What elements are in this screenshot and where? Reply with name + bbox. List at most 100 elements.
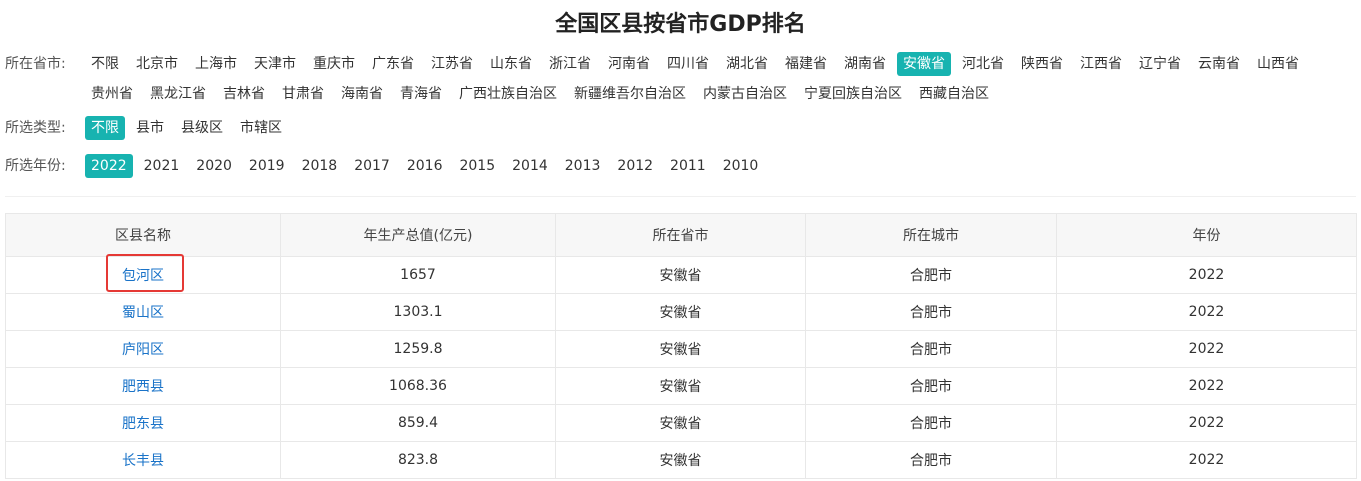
year-filter-label: 所选年份: xyxy=(5,158,66,174)
cell-province: 安徽省 xyxy=(555,441,806,479)
cell-city: 合肥市 xyxy=(805,256,1057,294)
province-option[interactable]: 北京市 xyxy=(130,52,184,76)
table-row: 长丰县 823.8 安徽省 合肥市 2022 xyxy=(5,441,1357,479)
type-option[interactable]: 县级区 xyxy=(175,116,229,140)
cell-city: 合肥市 xyxy=(805,330,1057,368)
header-city: 所在城市 xyxy=(805,213,1057,257)
table-row: 包河区 1657 安徽省 合肥市 2022 xyxy=(5,256,1357,294)
year-option[interactable]: 2015 xyxy=(453,154,501,178)
province-option[interactable]: 吉林省 xyxy=(217,82,271,106)
cell-province: 安徽省 xyxy=(555,256,806,294)
year-option[interactable]: 2021 xyxy=(138,154,186,178)
district-link[interactable]: 肥东县 xyxy=(122,416,164,432)
province-option[interactable]: 安徽省 xyxy=(897,52,951,76)
table-row: 蜀山区 1303.1 安徽省 合肥市 2022 xyxy=(5,293,1357,331)
cell-city: 合肥市 xyxy=(805,367,1057,405)
year-option[interactable]: 2022 xyxy=(85,154,133,178)
district-link[interactable]: 肥西县 xyxy=(122,379,164,395)
province-option[interactable]: 河北省 xyxy=(956,52,1010,76)
province-option[interactable]: 福建省 xyxy=(779,52,833,76)
type-filter: 所选类型: 不限 县市 县级区 市辖区 xyxy=(5,114,1355,144)
province-option[interactable]: 四川省 xyxy=(661,52,715,76)
cell-gdp-value: 1657 xyxy=(280,256,556,294)
year-option[interactable]: 2013 xyxy=(559,154,607,178)
year-option[interactable]: 2019 xyxy=(243,154,291,178)
type-option[interactable]: 市辖区 xyxy=(234,116,288,140)
cell-city: 合肥市 xyxy=(805,441,1057,479)
province-option[interactable]: 新疆维吾尔自治区 xyxy=(568,82,692,106)
year-option[interactable]: 2017 xyxy=(348,154,396,178)
cell-city: 合肥市 xyxy=(805,404,1057,442)
province-option[interactable]: 西藏自治区 xyxy=(913,82,995,106)
district-link[interactable]: 长丰县 xyxy=(122,453,164,469)
year-option[interactable]: 2018 xyxy=(296,154,344,178)
province-option[interactable]: 重庆市 xyxy=(307,52,361,76)
cell-year: 2022 xyxy=(1056,293,1357,331)
district-link[interactable]: 庐阳区 xyxy=(122,342,164,358)
province-option[interactable]: 河南省 xyxy=(602,52,656,76)
type-options: 不限 县市 县级区 市辖区 xyxy=(85,114,1355,144)
province-option[interactable]: 山东省 xyxy=(484,52,538,76)
province-option[interactable]: 湖南省 xyxy=(838,52,892,76)
page-title: 全国区县按省市GDP排名 xyxy=(555,12,806,37)
province-option[interactable]: 不限 xyxy=(85,52,125,76)
province-option[interactable]: 江西省 xyxy=(1074,52,1128,76)
year-option[interactable]: 2016 xyxy=(401,154,449,178)
province-option[interactable]: 贵州省 xyxy=(85,82,139,106)
table-row: 庐阳区 1259.8 安徽省 合肥市 2022 xyxy=(5,330,1357,368)
cell-gdp-value: 1303.1 xyxy=(280,293,556,331)
year-option[interactable]: 2011 xyxy=(664,154,712,178)
cell-district-name: 肥东县 xyxy=(5,404,281,442)
province-option[interactable]: 青海省 xyxy=(394,82,448,106)
province-filter: 所在省市: 不限 北京市 上海市 天津市 重庆市 广东省 江苏省 山东省 浙江省 河南省 四川省 湖北… xyxy=(5,50,1355,110)
gdp-ranking-table: 区县名称 年生产总值(亿元) 所在省市 所在城市 年份 包河区 1657 安徽省 合肥… xyxy=(5,213,1357,479)
year-option[interactable]: 2012 xyxy=(611,154,659,178)
cell-gdp-value: 823.8 xyxy=(280,441,556,479)
type-filter-label: 所选类型: xyxy=(5,120,66,136)
type-option[interactable]: 不限 xyxy=(85,116,125,140)
cell-year: 2022 xyxy=(1056,404,1357,442)
province-option[interactable]: 上海市 xyxy=(189,52,243,76)
province-option[interactable]: 云南省 xyxy=(1192,52,1246,76)
header-year: 年份 xyxy=(1056,213,1357,257)
cell-province: 安徽省 xyxy=(555,293,806,331)
province-option[interactable]: 甘肃省 xyxy=(276,82,330,106)
type-option[interactable]: 县市 xyxy=(130,116,170,140)
cell-district-name: 长丰县 xyxy=(5,441,281,479)
province-filter-label: 所在省市: xyxy=(5,56,66,72)
cell-district-name: 蜀山区 xyxy=(5,293,281,331)
year-option[interactable]: 2020 xyxy=(190,154,238,178)
province-option[interactable]: 山西省 xyxy=(1251,52,1305,76)
province-option[interactable]: 天津市 xyxy=(248,52,302,76)
year-option[interactable]: 2010 xyxy=(717,154,765,178)
province-option[interactable]: 黑龙江省 xyxy=(144,82,212,106)
cell-gdp-value: 1068.36 xyxy=(280,367,556,405)
district-link[interactable]: 包河区 xyxy=(122,268,164,284)
province-option[interactable]: 宁夏回族自治区 xyxy=(798,82,908,106)
province-option[interactable]: 湖北省 xyxy=(720,52,774,76)
province-option[interactable]: 广西壮族自治区 xyxy=(453,82,563,106)
province-option[interactable]: 广东省 xyxy=(366,52,420,76)
cell-gdp-value: 859.4 xyxy=(280,404,556,442)
province-option[interactable]: 内蒙古自治区 xyxy=(697,82,793,106)
province-option[interactable]: 浙江省 xyxy=(543,52,597,76)
province-options: 不限 北京市 上海市 天津市 重庆市 广东省 江苏省 山东省 浙江省 河南省 四川省 湖北省 福建省 湖南… xyxy=(85,50,1355,110)
cell-district-name: 肥西县 xyxy=(5,367,281,405)
cell-province: 安徽省 xyxy=(555,367,806,405)
cell-district-name: 庐阳区 xyxy=(5,330,281,368)
header-province: 所在省市 xyxy=(555,213,806,257)
year-option[interactable]: 2014 xyxy=(506,154,554,178)
cell-year: 2022 xyxy=(1056,367,1357,405)
province-option[interactable]: 江苏省 xyxy=(425,52,479,76)
province-option[interactable]: 海南省 xyxy=(335,82,389,106)
table-row: 肥东县 859.4 安徽省 合肥市 2022 xyxy=(5,404,1357,442)
table-header-row: 区县名称 年生产总值(亿元) 所在省市 所在城市 年份 xyxy=(5,213,1357,257)
province-option[interactable]: 辽宁省 xyxy=(1133,52,1187,76)
province-option[interactable]: 陕西省 xyxy=(1015,52,1069,76)
cell-year: 2022 xyxy=(1056,441,1357,479)
cell-province: 安徽省 xyxy=(555,330,806,368)
cell-year: 2022 xyxy=(1056,256,1357,294)
district-link[interactable]: 蜀山区 xyxy=(122,305,164,321)
cell-city: 合肥市 xyxy=(805,293,1057,331)
header-gdp: 年生产总值(亿元) xyxy=(280,213,556,257)
